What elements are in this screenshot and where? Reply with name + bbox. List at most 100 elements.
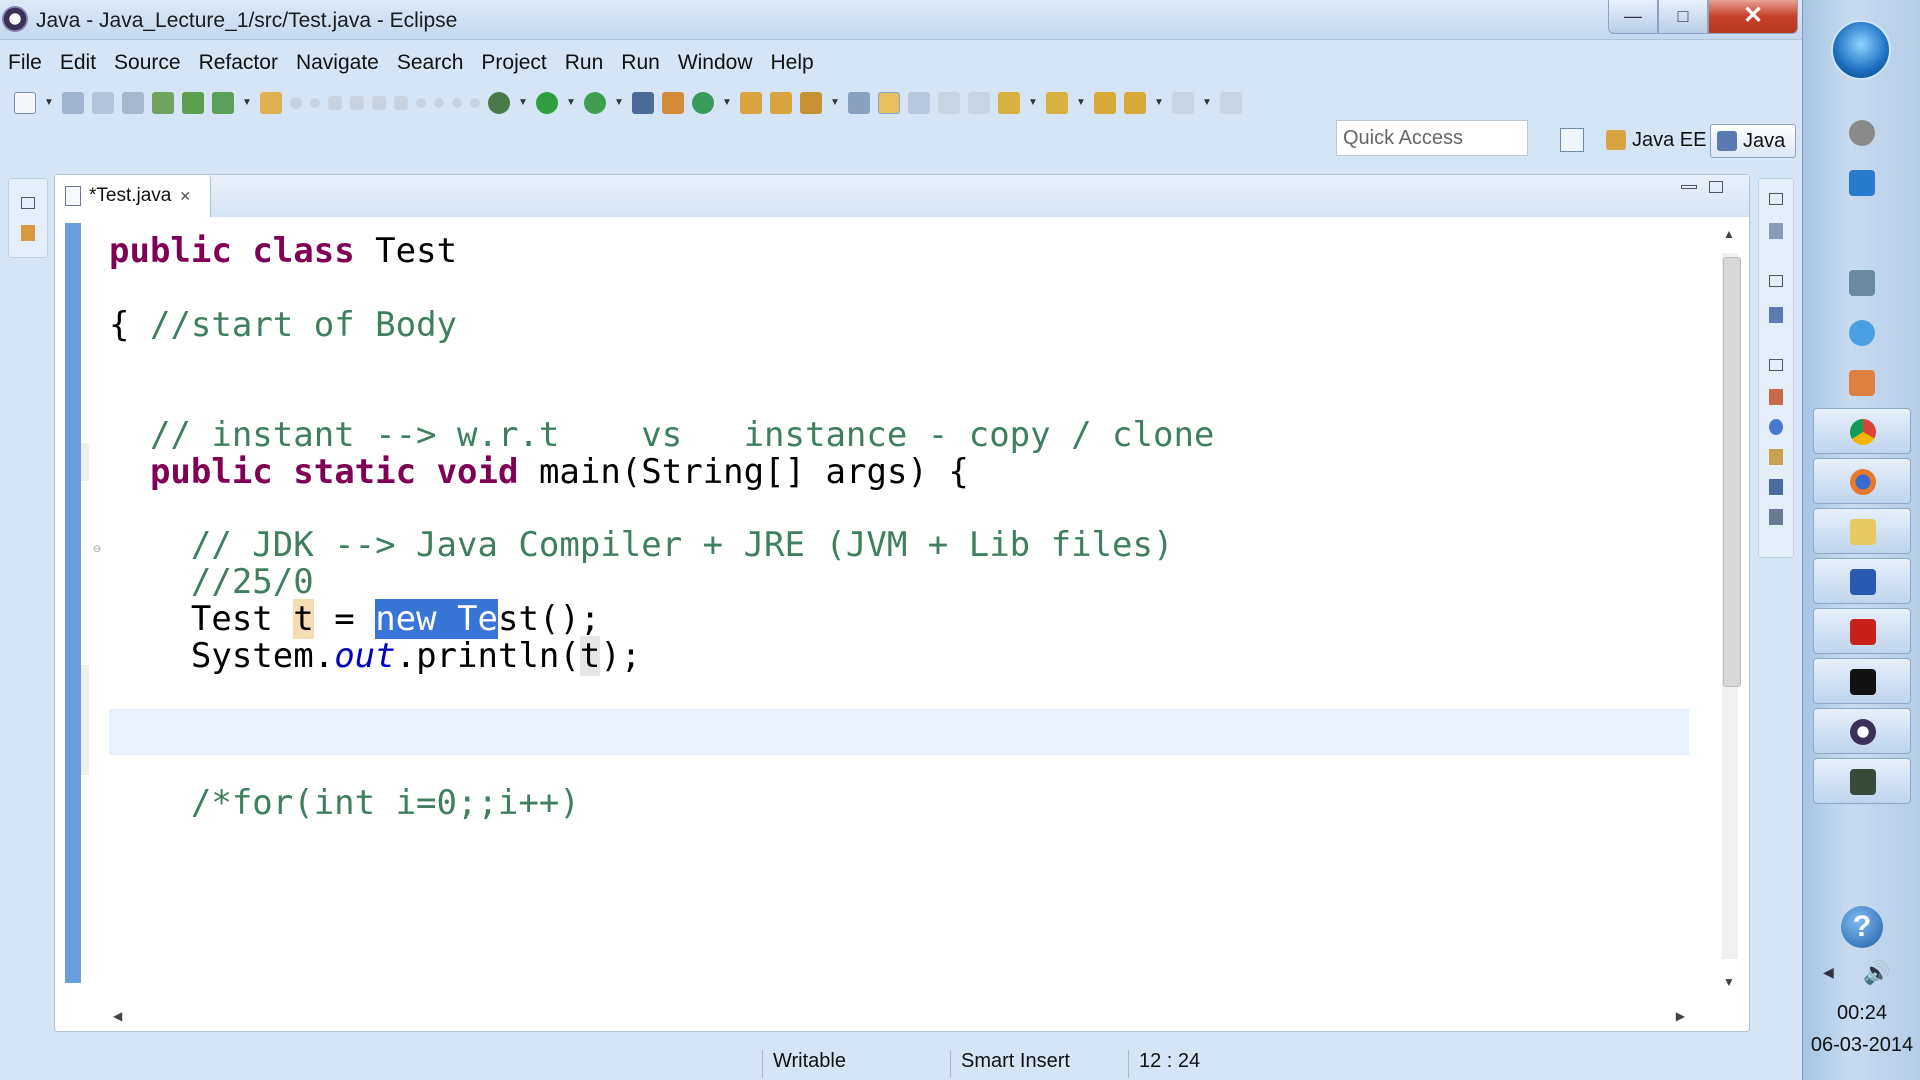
new-class-dropdown-icon[interactable]: ▼	[722, 92, 732, 114]
perspective-java[interactable]: Java	[1710, 124, 1797, 158]
menu-run-2[interactable]: Run	[621, 51, 672, 75]
show-whitespace-icon[interactable]	[968, 92, 990, 114]
new-class-icon[interactable]	[692, 92, 714, 114]
tab-test-java[interactable]: *Test.java ✕	[55, 175, 211, 217]
taskbar-app[interactable]	[1813, 260, 1911, 306]
minimize-button[interactable]: —	[1608, 0, 1658, 34]
javadoc-icon[interactable]	[1769, 419, 1783, 435]
code-text[interactable]: public class Test{ //start of Body // in…	[109, 229, 1214, 826]
open-type-icon[interactable]	[740, 92, 762, 114]
volume-icon[interactable]: 🔊	[1863, 960, 1890, 986]
fold-collapse-icon[interactable]: ⊖	[91, 545, 103, 557]
menu-help[interactable]: Help	[771, 51, 826, 75]
clock-date[interactable]: 06-03-2014	[1803, 1034, 1920, 1057]
restore-icon[interactable]	[1769, 275, 1783, 287]
previous-annotation-dropdown-icon[interactable]: ▼	[1076, 92, 1086, 114]
block-selection-icon[interactable]	[908, 92, 930, 114]
scroll-down-icon[interactable]: ▼	[1723, 975, 1735, 989]
build-icon[interactable]	[152, 92, 174, 114]
horizontal-scrollbar[interactable]: ◀ ▶	[109, 1003, 1689, 1031]
print-icon[interactable]	[122, 92, 144, 114]
coverage-dropdown-icon[interactable]: ▼	[614, 92, 624, 114]
scroll-thumb[interactable]	[1723, 257, 1741, 687]
taskbar-app-explorer[interactable]	[1813, 508, 1911, 554]
restore-icon[interactable]	[21, 197, 35, 209]
forward-icon[interactable]	[1172, 92, 1194, 114]
tray-expand-icon[interactable]: ◀	[1823, 964, 1834, 981]
scroll-up-icon[interactable]: ▲	[1723, 227, 1735, 241]
search-icon[interactable]	[800, 92, 822, 114]
menu-run[interactable]: Run	[565, 51, 616, 75]
coverage-icon[interactable]	[584, 92, 606, 114]
restore-icon[interactable]	[1769, 193, 1783, 205]
check-icon[interactable]	[212, 92, 234, 114]
maximize-button[interactable]: □	[1658, 0, 1708, 34]
next-annotation-dropdown-icon[interactable]: ▼	[1028, 92, 1038, 114]
word-wrap-icon[interactable]	[938, 92, 960, 114]
menu-search[interactable]: Search	[397, 51, 476, 75]
close-button[interactable]: ✕	[1708, 0, 1798, 34]
back-dropdown-icon[interactable]: ▼	[1154, 92, 1164, 114]
run-icon[interactable]	[536, 92, 558, 114]
menu-source[interactable]: Source	[114, 51, 193, 75]
search-dropdown-icon[interactable]: ▼	[830, 92, 840, 114]
outline-icon[interactable]	[1769, 223, 1783, 239]
servers-icon[interactable]	[1769, 509, 1783, 525]
terminal-icon[interactable]	[182, 92, 204, 114]
menu-refactor[interactable]: Refactor	[199, 51, 290, 75]
menu-file[interactable]: File	[8, 51, 54, 75]
taskbar-app[interactable]	[1813, 110, 1911, 156]
last-edit-icon[interactable]	[1094, 92, 1116, 114]
forward-dropdown-icon[interactable]: ▼	[1202, 92, 1212, 114]
next-annotation-icon[interactable]	[998, 92, 1020, 114]
debug-icon[interactable]	[488, 92, 510, 114]
menu-navigate[interactable]: Navigate	[296, 51, 391, 75]
scroll-left-icon[interactable]: ◀	[113, 1009, 122, 1023]
taskbar-app-firefox[interactable]	[1813, 458, 1911, 504]
eclipse-app-icon[interactable]	[2, 6, 28, 32]
taskbar-app-cmd[interactable]	[1813, 658, 1911, 704]
mark-occurrences-icon[interactable]	[878, 92, 900, 114]
previous-annotation-icon[interactable]	[1046, 92, 1068, 114]
save-all-icon[interactable]	[92, 92, 114, 114]
run-dropdown-icon[interactable]: ▼	[566, 92, 576, 114]
help-icon[interactable]: ?	[1841, 906, 1883, 948]
taskbar-app-chrome[interactable]	[1813, 408, 1911, 454]
debug-dropdown-icon[interactable]: ▼	[518, 92, 528, 114]
new-server-icon[interactable]	[260, 92, 282, 114]
scroll-right-icon[interactable]: ▶	[1676, 1009, 1685, 1023]
maximize-editor-icon[interactable]	[1709, 181, 1723, 193]
package-explorer-icon[interactable]	[21, 225, 35, 241]
save-icon[interactable]	[62, 92, 84, 114]
external-tools-icon[interactable]	[632, 92, 654, 114]
declaration-icon[interactable]	[1769, 449, 1783, 465]
menu-edit[interactable]: Edit	[60, 51, 108, 75]
menu-window[interactable]: Window	[678, 51, 765, 75]
taskbar-app[interactable]	[1813, 310, 1911, 356]
new-java-project-icon[interactable]	[662, 92, 684, 114]
start-button[interactable]	[1831, 20, 1891, 80]
restore-icon[interactable]	[1769, 359, 1783, 371]
problems-icon[interactable]	[1769, 389, 1783, 405]
open-perspective-icon[interactable]	[1560, 128, 1584, 152]
taskbar-app-eclipse[interactable]	[1813, 708, 1911, 754]
taskbar-app-word[interactable]	[1813, 558, 1911, 604]
console-icon[interactable]	[1769, 479, 1783, 495]
clock-time[interactable]: 00:24	[1803, 1002, 1920, 1025]
taskbar-app[interactable]	[1813, 160, 1911, 206]
vertical-scrollbar[interactable]: ▲ ▼	[1719, 223, 1741, 993]
taskbar-app[interactable]	[1813, 758, 1911, 804]
open-task-icon[interactable]	[770, 92, 792, 114]
task-list-icon[interactable]	[1769, 307, 1783, 323]
perspective-java-ee[interactable]: Java EE	[1600, 124, 1714, 156]
taskbar-app[interactable]	[1813, 360, 1911, 406]
tab-close-icon[interactable]: ✕	[179, 188, 191, 205]
new-icon[interactable]	[14, 92, 36, 114]
annotation-icon[interactable]	[848, 92, 870, 114]
pin-icon[interactable]	[1220, 92, 1242, 114]
back-icon[interactable]	[1124, 92, 1146, 114]
minimize-editor-icon[interactable]	[1681, 185, 1697, 189]
menu-project[interactable]: Project	[481, 51, 558, 75]
taskbar-app-acrobat[interactable]	[1813, 608, 1911, 654]
new-dropdown-icon[interactable]: ▼	[44, 92, 54, 114]
